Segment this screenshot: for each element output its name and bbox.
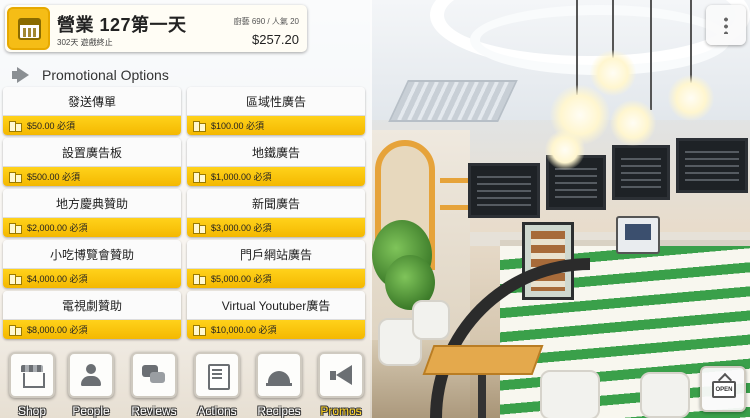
pendant-lamp <box>668 75 714 121</box>
money-icon <box>193 223 206 234</box>
air-vent <box>388 80 518 122</box>
calendar-icon[interactable] <box>7 7 50 50</box>
menu-board <box>612 145 670 200</box>
more-menu-button[interactable] <box>706 5 746 45</box>
cafe-chair <box>540 370 600 418</box>
money-balance: $257.20 <box>252 32 299 47</box>
pendant-lamp <box>545 130 585 170</box>
promo-option[interactable]: Virtual Youtuber廣告 $10,000.00 必須 <box>187 291 365 339</box>
section-title: Promotional Options <box>42 67 169 83</box>
cafe-table <box>422 345 544 375</box>
money-icon <box>193 325 206 336</box>
day-title: 營業 127第一天 <box>57 15 187 35</box>
section-header: Promotional Options <box>10 65 169 85</box>
promo-option-name: 設置廣告板 <box>3 138 181 167</box>
cafe-chair <box>412 300 450 340</box>
promo-option-cost: $1,000.00 必須 <box>211 172 272 182</box>
money-icon <box>193 121 206 132</box>
promo-option-name: 地鐵廣告 <box>187 138 365 167</box>
money-icon <box>9 121 22 132</box>
promo-option[interactable]: 發送傳單 $50.00 必須 <box>3 87 181 135</box>
megaphone-icon <box>328 363 354 387</box>
nav-label: Actions <box>197 404 237 418</box>
nav-label-active: Promos <box>320 404 362 418</box>
promo-option-name: 小吃博覽會贊助 <box>3 240 181 269</box>
cloche-icon <box>266 363 292 387</box>
promo-option-name: 電視劇贊助 <box>3 291 181 320</box>
promo-option[interactable]: 設置廣告板 $500.00 必須 <box>3 138 181 186</box>
nav-label: Recipes <box>257 404 301 418</box>
promo-option-cost: $50.00 必須 <box>27 121 76 131</box>
nav-promos[interactable]: Promos <box>314 350 368 418</box>
money-icon <box>9 274 22 285</box>
more-vertical-icon <box>724 16 728 34</box>
promo-option-name: 發送傳單 <box>3 87 181 116</box>
open-shop-button[interactable]: OPEN <box>700 366 746 412</box>
money-icon <box>193 172 206 183</box>
person-icon <box>78 363 104 387</box>
promo-option-cost: $10,000.00 必須 <box>211 325 277 335</box>
nav-actions[interactable]: Actions <box>190 350 244 418</box>
nav-label: Shop <box>17 404 47 418</box>
promotions-panel: 營業 127第一天 302天 遊戲終止 廚藝 690 / 人氣 20 $257.… <box>0 0 372 418</box>
promo-option-name: Virtual Youtuber廣告 <box>187 291 365 320</box>
promo-option-cost: $100.00 必須 <box>211 121 265 131</box>
bottom-nav: Shop People Reviews Actions Recipes Prom… <box>0 350 372 418</box>
pendant-lamp <box>590 50 636 96</box>
nav-people[interactable]: People <box>64 350 118 418</box>
promo-option-name: 區域性廣告 <box>187 87 365 116</box>
nav-recipes[interactable]: Recipes <box>252 350 306 418</box>
notebook-icon <box>204 363 230 390</box>
promo-option[interactable]: 地方慶典贊助 $2,000.00 必須 <box>3 189 181 237</box>
promo-option-cost: $4,000.00 必須 <box>27 274 88 284</box>
promo-option-name: 門戶網站廣告 <box>187 240 365 269</box>
promo-option[interactable]: 門戶網站廣告 $5,000.00 必須 <box>187 240 365 288</box>
promo-option[interactable]: 新聞廣告 $3,000.00 必須 <box>187 189 365 237</box>
nav-label: People <box>72 404 110 418</box>
money-icon <box>9 223 22 234</box>
shop-icon <box>19 363 45 388</box>
money-icon <box>9 325 22 336</box>
promo-option-name: 地方慶典贊助 <box>3 189 181 218</box>
money-icon <box>9 172 22 183</box>
status-hud: 營業 127第一天 302天 遊戲終止 廚藝 690 / 人氣 20 $257.… <box>5 5 307 52</box>
nav-label: Reviews <box>131 404 177 418</box>
promo-option-name: 新聞廣告 <box>187 189 365 218</box>
wall-shelf <box>440 205 470 210</box>
open-sign-text: OPEN <box>715 386 733 393</box>
chat-bubbles-icon <box>141 363 167 387</box>
promo-option-cost: $500.00 必須 <box>27 172 81 182</box>
nav-shop[interactable]: Shop <box>5 350 59 418</box>
promo-option-cost: $5,000.00 必須 <box>211 274 272 284</box>
promo-option[interactable]: 地鐵廣告 $1,000.00 必須 <box>187 138 365 186</box>
menu-board <box>468 163 540 218</box>
megaphone-icon <box>10 67 32 83</box>
stats-readout: 廚藝 690 / 人氣 20 <box>233 17 299 26</box>
promo-option-cost: $2,000.00 必須 <box>27 223 88 233</box>
promo-option-cost: $3,000.00 必須 <box>211 223 272 233</box>
nav-reviews[interactable]: Reviews <box>127 350 181 418</box>
cafe-chair <box>640 372 690 418</box>
cash-register <box>616 216 660 254</box>
open-sign-icon: OPEN <box>712 381 736 398</box>
promo-option[interactable]: 電視劇贊助 $8,000.00 必須 <box>3 291 181 339</box>
pendant-lamp <box>610 100 656 146</box>
promo-option[interactable]: 小吃博覽會贊助 $4,000.00 必須 <box>3 240 181 288</box>
promo-option[interactable]: 區域性廣告 $100.00 必須 <box>187 87 365 135</box>
promo-option-cost: $8,000.00 必須 <box>27 325 88 335</box>
days-remaining: 302天 遊戲終止 <box>57 38 113 47</box>
menu-board <box>676 138 748 193</box>
wall-shelf <box>440 178 470 183</box>
money-icon <box>193 274 206 285</box>
